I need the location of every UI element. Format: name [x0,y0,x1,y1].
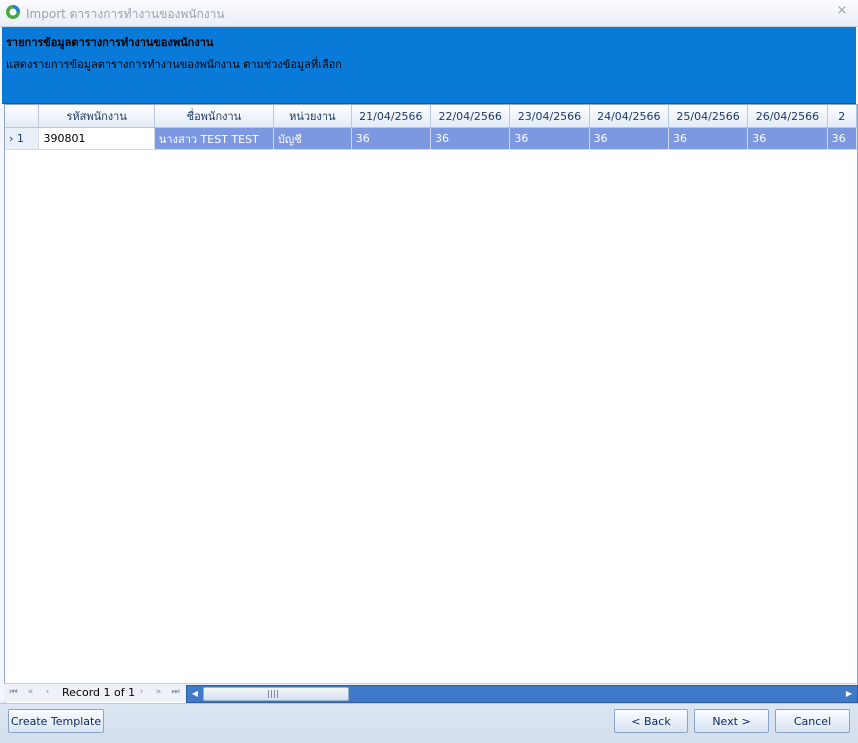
close-icon[interactable]: × [834,3,850,19]
cell-hours[interactable]: 36 [430,127,511,150]
column-header-employee-id[interactable]: รหัสพนักงาน [38,105,155,128]
cell-employee-id[interactable]: 390801 [38,127,155,150]
cell-hours[interactable]: 36 [747,127,828,150]
row-indicator[interactable]: › 1 [5,127,40,150]
last-record-icon[interactable]: ⏭ [169,686,182,699]
record-counter: Record 1 of 1 [62,686,136,699]
previous-page-icon[interactable]: « [24,686,37,699]
column-header-employee-name[interactable]: ชื่อพนักงาน [154,105,274,128]
horizontal-scrollbar[interactable]: ◀ ▶ [186,685,858,703]
app-logo-icon [6,5,20,19]
scroll-right-icon[interactable]: ▶ [843,687,855,701]
banner-title: รายการข้อมูลตารางการทำงานของพนักงาน [6,36,214,49]
column-header-date[interactable]: 22/04/2566 [430,105,511,128]
first-record-icon[interactable]: ⏮ [7,686,20,699]
table-row[interactable]: › 1 390801 นางสาว TEST TEST บัญชี 36 36 … [5,127,857,150]
column-header-date[interactable]: 24/04/2566 [589,105,669,128]
scroll-thumb[interactable] [203,687,349,701]
back-button[interactable]: < Back [614,709,688,733]
banner-description: แสดงรายการข้อมูลตารางการทำงานของพนักงาน … [6,58,342,71]
column-header-date[interactable]: 26/04/2566 [747,105,828,128]
cell-hours[interactable]: 36 [668,127,749,150]
header-row: รหัสพนักงาน ชื่อพนักงาน หน่วยงาน 21/04/2… [5,105,857,128]
next-button[interactable]: Next > [694,709,769,733]
column-header-department[interactable]: หน่วยงาน [273,105,352,128]
column-header-date[interactable]: 23/04/2566 [509,105,590,128]
cell-hours[interactable]: 36 [827,127,857,150]
row-pointer-icon: › [9,132,14,145]
next-record-icon[interactable]: › [135,686,148,699]
row-number: 1 [16,132,24,145]
data-grid[interactable]: รหัสพนักงาน ชื่อพนักงาน หน่วยงาน 21/04/2… [4,104,858,704]
column-header-date[interactable]: 2 [827,105,857,128]
scroll-left-icon[interactable]: ◀ [189,687,201,701]
footer-bar: Create Template < Back Next > Cancel [0,703,858,743]
grid-navigator: ⏮ « ‹ Record 1 of 1 › » ⏭ ◀ ▶ [4,683,858,703]
row-indicator-header [5,105,40,128]
data-table: รหัสพนักงาน ชื่อพนักงาน หน่วยงาน 21/04/2… [5,105,857,150]
header-banner: รายการข้อมูลตารางการทำงานของพนักงาน แสดง… [2,27,856,104]
create-template-button[interactable]: Create Template [8,709,104,733]
window-title: Import ตารางการทำงานของพนักงาน [26,7,225,21]
cell-hours[interactable]: 36 [509,127,590,150]
cell-hours[interactable]: 36 [589,127,669,150]
column-header-date[interactable]: 21/04/2566 [351,105,432,128]
grip-icon [268,690,280,698]
cell-hours[interactable]: 36 [351,127,432,150]
next-page-icon[interactable]: » [152,686,165,699]
cell-department[interactable]: บัญชี [273,127,352,150]
column-header-date[interactable]: 25/04/2566 [668,105,749,128]
title-bar: Import ตารางการทำงานของพนักงาน × [0,0,858,27]
cancel-button[interactable]: Cancel [775,709,850,733]
previous-record-icon[interactable]: ‹ [41,686,54,699]
cell-employee-name[interactable]: นางสาว TEST TEST [154,127,274,150]
